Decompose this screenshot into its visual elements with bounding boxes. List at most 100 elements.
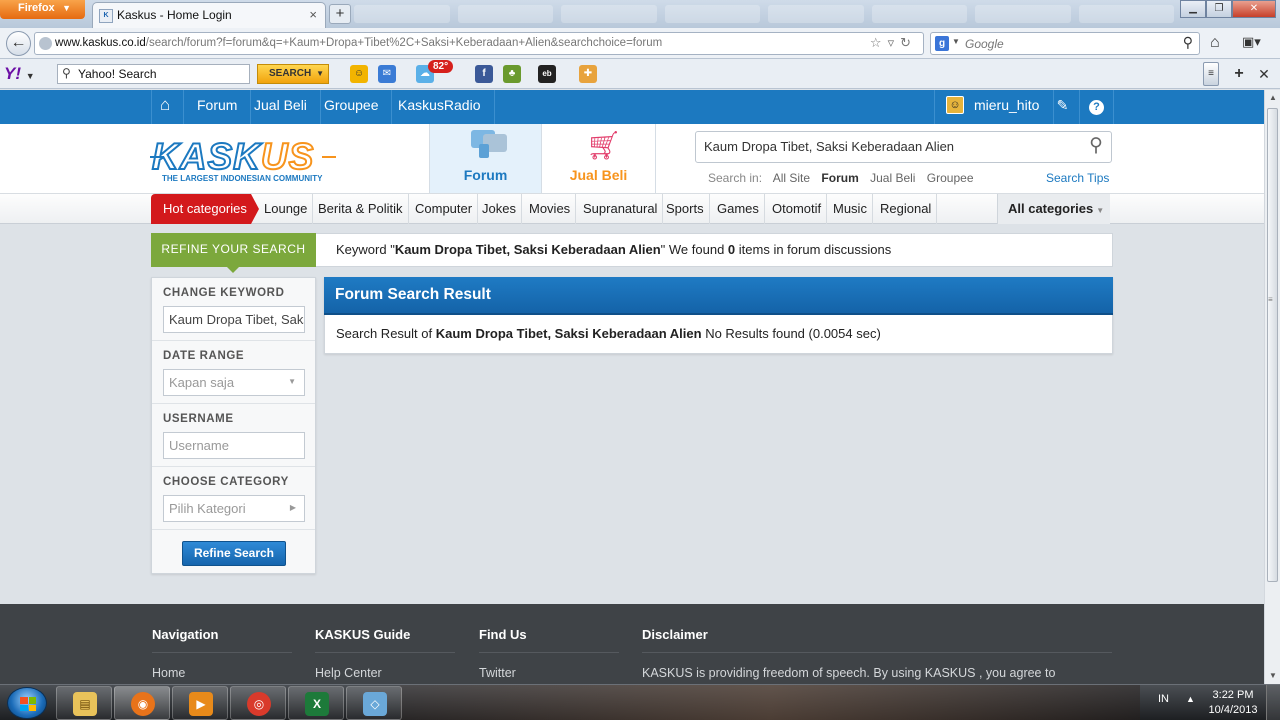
footer-title-disclaimer: Disclaimer (642, 627, 708, 642)
search-icon[interactable]: ⚲ (1089, 134, 1103, 157)
bookmarks-icon[interactable]: ▣▾ (1242, 34, 1261, 50)
search-in-groupee[interactable]: Groupee (927, 171, 974, 185)
background-tab[interactable] (664, 5, 760, 23)
date-range-select[interactable]: Kapan saja ▼ (163, 369, 305, 396)
result-summary: Search Result of Kaum Dropa Tibet, Saksi… (336, 326, 881, 341)
category-select[interactable]: Pilih Kategori ▶ (163, 495, 305, 522)
firefox-menu-button[interactable]: Firefox ▼ (0, 0, 85, 19)
taskbar-excel[interactable]: X (288, 686, 344, 720)
search-placeholder: Google (965, 37, 1004, 51)
category-regional[interactable]: Regional (875, 194, 938, 224)
background-tab[interactable] (975, 5, 1071, 23)
topnav-kaskus-radio[interactable]: KaskusRadio (385, 90, 495, 124)
category-lounge[interactable]: Lounge (259, 194, 314, 224)
games-icon[interactable]: ♣ (503, 65, 521, 83)
search-icon[interactable]: ⚲ (1183, 34, 1193, 51)
forum-search-result-panel: Forum Search Result Search Result of Kau… (324, 277, 1113, 354)
reload-icon[interactable]: ↻ (900, 35, 917, 50)
tab-jual-beli[interactable]: 🛒︎ Jual Beli (542, 124, 656, 193)
hot-categories[interactable]: Hot categories (151, 194, 259, 224)
taskbar-firefox[interactable]: ◉ (114, 686, 170, 720)
refine-your-search-label[interactable]: REFINE YOUR SEARCH (151, 233, 316, 273)
smiley-icon[interactable]: ☺ (350, 65, 368, 83)
taskbar-explorer[interactable]: ▤ (56, 686, 112, 720)
background-tab[interactable] (871, 5, 967, 23)
taskbar-chrome[interactable]: ◎ (230, 686, 286, 720)
window-controls: ▁ ❐ ✕ (1180, 0, 1276, 18)
search-tips-link[interactable]: Search Tips (1046, 171, 1109, 185)
topnav-groupee[interactable]: Groupee (311, 90, 393, 124)
topnav-jual-beli[interactable]: Jual Beli (241, 90, 321, 124)
search-in-jual-beli[interactable]: Jual Beli (870, 171, 915, 185)
help-icon[interactable]: ? (1080, 90, 1114, 124)
window-close-button[interactable]: ✕ (1232, 0, 1276, 18)
scroll-down-icon[interactable]: ▼ (1265, 668, 1280, 684)
system-clock[interactable]: 3:22 PM 10/4/2013 (1204, 688, 1262, 718)
kaskus-logo[interactable]: KASKUS THE LARGEST INDONESIAN COMMUNITY (150, 137, 336, 183)
yahoo-search-input[interactable]: ⚲ Yahoo! Search (57, 64, 250, 84)
browser-search-bar[interactable]: g ▼ Google ⚲ (930, 32, 1200, 55)
show-desktop-button[interactable] (1266, 685, 1280, 720)
category-berita-politik[interactable]: Berita & Politik (313, 194, 409, 224)
footer-link-help-center[interactable]: Help Center (315, 666, 382, 680)
scroll-up-icon[interactable]: ▲ (1265, 90, 1280, 106)
keyword-input[interactable]: Kaum Dropa Tibet, Saksi Keberadaan Alien (163, 306, 305, 333)
yahoo-search-button[interactable]: SEARCH ▼ (257, 64, 329, 84)
search-in-all-site[interactable]: All Site (773, 171, 810, 185)
background-tab[interactable] (457, 5, 553, 23)
category-games[interactable]: Games (712, 194, 765, 224)
category-jokes[interactable]: Jokes (477, 194, 522, 224)
star-icon[interactable]: ☆ (870, 35, 888, 50)
minimize-button[interactable]: ▁ (1180, 0, 1206, 18)
taskbar-app[interactable]: ◇ (346, 686, 402, 720)
back-button[interactable]: ← (6, 31, 31, 56)
category-supranatural[interactable]: Supranatural (578, 194, 664, 224)
all-categories-dropdown[interactable]: All categories ▼ (997, 194, 1110, 224)
category-movies[interactable]: Movies (524, 194, 577, 224)
toolbar-menu-icon[interactable]: ≡ (1203, 62, 1219, 86)
new-tab-button[interactable]: + (329, 4, 351, 24)
close-icon[interactable]: × (309, 7, 317, 22)
kaskus-favicon-icon: K (99, 9, 113, 23)
url-bar[interactable]: www.kaskus.co.id/search/forum?f=forum&q=… (34, 32, 924, 55)
page-scrollbar[interactable]: ▲ ≡ ▼ (1264, 90, 1280, 684)
tab-kaskus[interactable]: K Kaskus - Home Login × (92, 2, 326, 28)
puzzle-icon[interactable]: ✚ (579, 65, 597, 83)
home-icon[interactable]: ⌂ (1210, 34, 1220, 52)
footer-link-twitter[interactable]: Twitter (479, 666, 516, 680)
add-icon[interactable]: + (1230, 65, 1248, 83)
taskbar-media-player[interactable]: ▶ (172, 686, 228, 720)
search-in-forum[interactable]: Forum (821, 171, 858, 185)
category-sports[interactable]: Sports (661, 194, 710, 224)
yahoo-logo[interactable]: Y! ▼ (4, 64, 35, 84)
tray-expand-icon[interactable]: ▲ (1186, 694, 1195, 704)
category-computer[interactable]: Computer (410, 194, 479, 224)
ebay-icon[interactable]: eb (538, 65, 556, 83)
kaskus-search-input[interactable]: Kaum Dropa Tibet, Saksi Keberadaan Alien… (695, 131, 1112, 163)
scrollbar-thumb[interactable] (1267, 108, 1278, 582)
background-tab[interactable] (561, 5, 657, 23)
category-music[interactable]: Music (828, 194, 873, 224)
avatar[interactable]: ☺ (946, 96, 964, 114)
refine-search-button[interactable]: Refine Search (182, 541, 286, 566)
background-tab[interactable] (768, 5, 864, 23)
mail-icon[interactable]: ✉ (378, 65, 396, 83)
language-indicator[interactable]: IN (1158, 693, 1169, 705)
maximize-button[interactable]: ❐ (1206, 0, 1232, 18)
background-tab[interactable] (354, 5, 450, 23)
close-toolbar-icon[interactable]: ✕ (1255, 65, 1273, 83)
tab-forum[interactable]: Forum (429, 124, 542, 193)
footer-link-home[interactable]: Home (152, 666, 185, 680)
browser-tab-bar: Firefox ▼ K Kaskus - Home Login × + ▁ ❐ … (0, 0, 1280, 28)
google-icon[interactable]: g (935, 36, 949, 51)
background-tab[interactable] (1078, 5, 1174, 23)
dropdown-icon[interactable]: ▿ (888, 35, 901, 50)
all-categories-label: All categories (1008, 201, 1094, 216)
category-otomotif[interactable]: Otomotif (767, 194, 828, 224)
pencil-icon[interactable]: ✎ (1046, 90, 1080, 124)
home-icon[interactable]: ⌂ (151, 90, 184, 124)
category-value: Pilih Kategori (169, 501, 246, 516)
facebook-icon[interactable]: f (475, 65, 493, 83)
username-input[interactable]: Username (163, 432, 305, 459)
start-button[interactable] (7, 687, 47, 719)
